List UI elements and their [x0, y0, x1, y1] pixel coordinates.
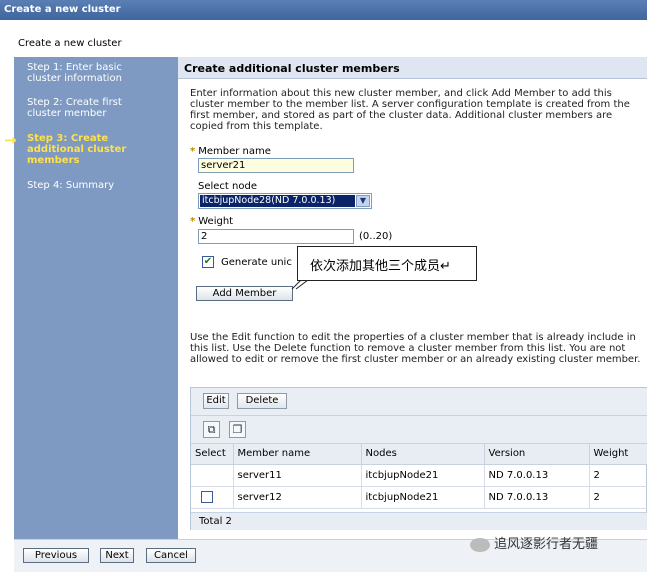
weight-cell: 2 — [589, 486, 647, 509]
row-select-cell — [191, 486, 234, 509]
members-grid: Select Member name Nodes Version Weight … — [191, 444, 647, 509]
next-button[interactable]: Next — [100, 548, 134, 563]
watermark: 追风逐影行者无疆 — [470, 533, 598, 552]
version-cell: ND 7.0.0.13 — [484, 464, 590, 487]
delete-button[interactable]: Delete — [237, 393, 287, 409]
cancel-button[interactable]: Cancel — [146, 548, 196, 563]
generate-label: Generate unic — [221, 257, 292, 268]
select-node-label: Select node — [198, 181, 257, 192]
row-select-cell — [191, 464, 234, 487]
generate-checkbox[interactable]: ✔ — [202, 256, 214, 268]
member-name-label: * Member name — [190, 146, 271, 157]
step-1[interactable]: Step 1: Enter basic cluster information — [27, 62, 155, 84]
node-select-value: itcbjupNode28(ND 7.0.0.13) — [200, 195, 355, 207]
col-select: Select — [191, 444, 234, 465]
required-icon: * — [190, 216, 196, 227]
edit-button[interactable]: Edit — [203, 393, 229, 409]
add-member-button[interactable]: Add Member — [196, 286, 293, 301]
node-cell: itcbjupNode21 — [361, 486, 485, 509]
col-version: Version — [484, 444, 590, 465]
node-cell: itcbjupNode21 — [361, 464, 485, 487]
required-icon: * — [190, 146, 196, 157]
page-subtitle: Create a new cluster — [18, 38, 122, 49]
row-checkbox[interactable] — [201, 491, 213, 503]
section-heading: Create additional cluster members — [178, 57, 647, 79]
step-2[interactable]: Step 2: Create first cluster member — [27, 97, 155, 119]
current-step-arrow-icon: → — [4, 131, 17, 149]
weight-cell: 2 — [589, 464, 647, 487]
wechat-icon — [470, 537, 490, 552]
weight-input[interactable] — [198, 229, 354, 244]
chevron-down-icon[interactable]: ▼ — [356, 195, 370, 207]
window-title: Create a new cluster — [0, 0, 647, 20]
annotation-callout: 依次添加其他三个成员↵ — [297, 246, 477, 281]
member-name-input[interactable] — [198, 158, 354, 173]
table-toolbar: Edit Delete — [191, 388, 647, 416]
deselect-all-icon[interactable]: ❐ — [229, 421, 246, 438]
member-cell: server11 — [233, 464, 362, 487]
node-select[interactable]: itcbjupNode28(ND 7.0.0.13) ▼ — [198, 193, 372, 209]
version-cell: ND 7.0.0.13 — [484, 486, 590, 509]
previous-button[interactable]: Previous — [23, 548, 89, 563]
col-weight: Weight — [589, 444, 647, 465]
member-cell: server12 — [233, 486, 362, 509]
select-all-icon[interactable]: ⧉ — [203, 421, 220, 438]
edit-info-text: Use the Edit function to edit the proper… — [190, 332, 641, 365]
col-member-name: Member name — [233, 444, 362, 465]
wizard-sidebar — [14, 57, 178, 539]
members-table: Edit Delete ⧉ ❐ Select Member name Nodes… — [190, 387, 647, 530]
watermark-text: 追风逐影行者无疆 — [494, 537, 599, 552]
table-total: Total 2 — [191, 512, 647, 530]
table-row: server12 itcbjupNode21 ND 7.0.0.13 2 — [191, 486, 647, 509]
intro-text: Enter information about this new cluster… — [190, 88, 630, 132]
step-3[interactable]: Step 3: Create additional cluster member… — [27, 133, 155, 166]
step-4[interactable]: Step 4: Summary — [27, 180, 155, 191]
table-row: server11 itcbjupNode21 ND 7.0.0.13 2 — [191, 464, 647, 487]
selection-toolbar: ⧉ ❐ — [191, 416, 647, 444]
weight-range: (0..20) — [359, 231, 393, 242]
weight-label: * Weight — [190, 216, 234, 227]
table-header-row: Select Member name Nodes Version Weight — [191, 444, 647, 465]
col-nodes: Nodes — [361, 444, 485, 465]
